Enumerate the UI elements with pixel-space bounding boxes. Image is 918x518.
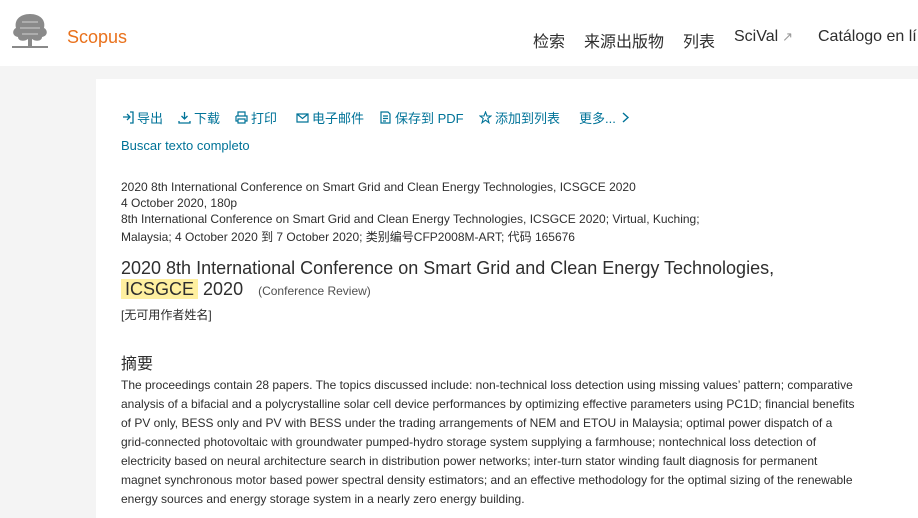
email-icon	[296, 113, 309, 123]
export-label: 导出	[137, 111, 164, 126]
source-title[interactable]: 2020 8th International Conference on Sma…	[121, 180, 636, 194]
nav-lists[interactable]: 列表	[683, 28, 715, 52]
nav-search[interactable]: 检索	[533, 28, 565, 52]
save-pdf-label: 保存到 PDF	[395, 111, 464, 126]
chevron-right-icon	[622, 112, 629, 123]
document-title-line1: 2020 8th International Conference on Sma…	[121, 258, 775, 278]
abstract-line: magnet synchronous motor based power spe…	[121, 473, 853, 487]
more-label: 更多...	[579, 111, 616, 126]
add-to-list-label: 添加到列表	[495, 111, 561, 126]
conference-info: 8th International Conference on Smart Gr…	[121, 212, 700, 226]
print-label: 打印	[251, 111, 278, 126]
document-type: (Conference Review)	[258, 284, 371, 298]
download-label: 下载	[194, 111, 221, 126]
email-button[interactable]: 电子邮件	[296, 108, 364, 127]
title-highlight: ICSGCE	[121, 279, 199, 299]
title-year: 2020	[203, 279, 244, 299]
nav-scival-label: SciVal	[734, 28, 779, 45]
abstract-line: The proceedings contain 28 papers. The t…	[121, 378, 853, 392]
source-date-pages: 4 October 2020, 180p	[121, 196, 238, 210]
star-icon	[479, 111, 492, 124]
add-to-list-button[interactable]: 添加到列表	[479, 108, 560, 127]
abstract-line: energy sources and energy storage system…	[121, 492, 525, 506]
document-title-line2: ICSGCE 2020 (Conference Review)	[121, 279, 371, 300]
abstract-line: grid-connected photovoltaic with groundw…	[121, 435, 817, 449]
print-icon	[235, 111, 248, 124]
nav-scival[interactable]: SciVal ↗	[734, 28, 793, 46]
external-link-icon: ↗	[782, 29, 794, 44]
full-text-link[interactable]: Buscar texto completo	[121, 138, 250, 153]
email-label: 电子邮件	[312, 111, 365, 126]
abstract-line: of PV only, BESS only and PV with BESS u…	[121, 416, 833, 430]
pdf-icon	[380, 111, 391, 124]
elsevier-logo[interactable]	[8, 10, 52, 50]
author-list: [无可用作者姓名]	[121, 308, 212, 322]
print-button[interactable]: 打印	[235, 108, 277, 127]
abstract-line: analysis of a bifacial and a polycrystal…	[121, 397, 855, 411]
abstract-line: electricity based on neural architecture…	[121, 454, 818, 468]
more-button[interactable]: 更多...	[579, 108, 632, 127]
nav-sources[interactable]: 来源出版物	[584, 28, 664, 52]
nav-catalog[interactable]: Catálogo en lí	[818, 28, 917, 46]
download-icon	[178, 112, 191, 124]
download-button[interactable]: 下载	[178, 108, 220, 127]
top-header: Scopus 检索 来源出版物 列表 SciVal ↗ Catálogo en l…	[0, 0, 918, 66]
conference-info-cont: Malaysia; 4 October 2020 到 7 October 202…	[121, 230, 575, 244]
abstract-heading: 摘要	[121, 356, 154, 373]
save-pdf-button[interactable]: 保存到 PDF	[379, 108, 464, 127]
export-button[interactable]: 导出	[121, 108, 163, 127]
scopus-brand[interactable]: Scopus	[67, 27, 127, 48]
export-icon	[123, 111, 134, 124]
